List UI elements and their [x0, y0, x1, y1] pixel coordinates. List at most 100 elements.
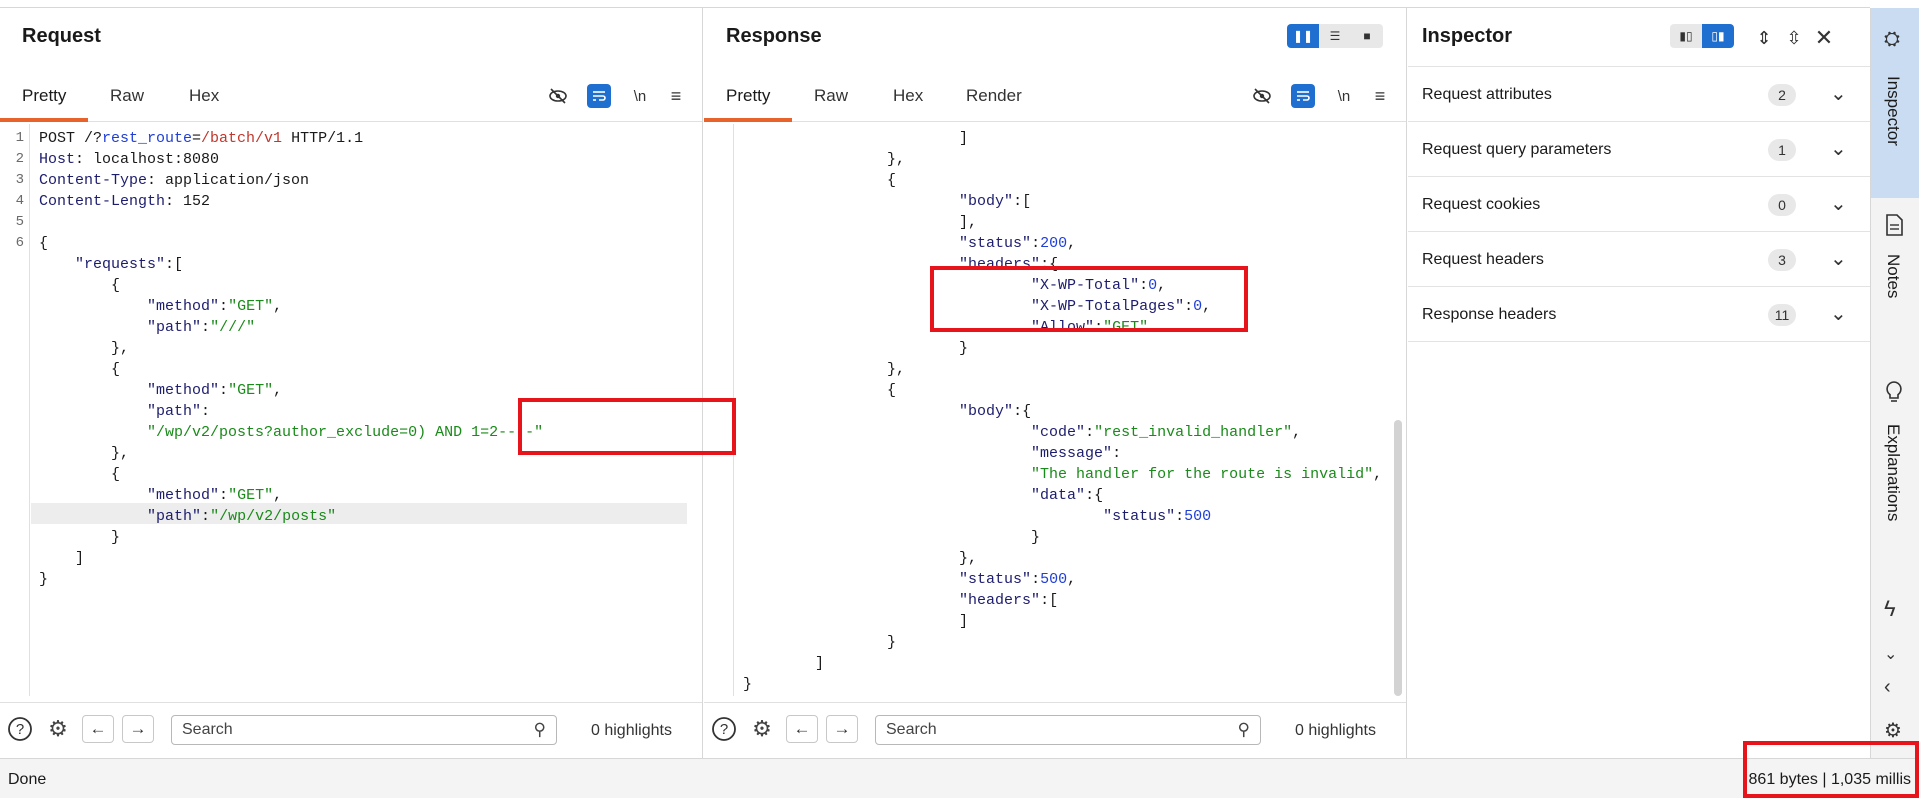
- response-tabs: Pretty Raw Hex Render \n ≡: [704, 66, 1406, 122]
- inspector-section-row[interactable]: Request query parameters 1 ⌄: [1408, 122, 1870, 177]
- close-icon[interactable]: ✕: [1812, 25, 1836, 50]
- code-line: }: [743, 676, 753, 693]
- code-line: "code":"rest_invalid_handler",: [1031, 424, 1302, 441]
- split-horizontal-toggle[interactable]: ❚❚: [1287, 24, 1319, 48]
- help-icon[interactable]: ?: [6, 715, 34, 743]
- sidebar-tab-notes[interactable]: Notes: [1871, 214, 1919, 334]
- tab-pretty[interactable]: Pretty: [726, 86, 770, 106]
- code-line: {: [743, 172, 897, 189]
- tab-raw[interactable]: Raw: [110, 86, 144, 106]
- request-search-input[interactable]: [182, 717, 522, 743]
- status-bar: Done 861 bytes | 1,035 millis: [0, 758, 1919, 798]
- code-line: {: [39, 235, 49, 252]
- menu-icon[interactable]: ≡: [664, 84, 688, 108]
- eye-off-icon[interactable]: [1250, 84, 1274, 108]
- active-tab-underline: [0, 118, 88, 122]
- expand-icon[interactable]: ⇕: [1752, 26, 1776, 50]
- wrap-icon[interactable]: [1291, 84, 1315, 108]
- wrap-icon[interactable]: [587, 84, 611, 108]
- code-line: }: [743, 529, 1041, 546]
- chevron-down-icon[interactable]: ⌄: [1830, 246, 1847, 271]
- response-scrollbar[interactable]: [1394, 124, 1402, 696]
- collapse-icon[interactable]: ⇳: [1782, 26, 1806, 50]
- code-line: "path":"///": [147, 319, 256, 336]
- inspector-section-row[interactable]: Response headers 11 ⌄: [1408, 287, 1870, 342]
- code-line: "The handler for the route is invalid",: [1031, 466, 1383, 483]
- sidebar-label-explanations: Explanations: [1884, 424, 1903, 522]
- line-number: 4: [15, 193, 24, 209]
- status-text: Done: [8, 771, 47, 788]
- code-line: Content-Type: application/json: [39, 172, 310, 189]
- arrow-left-icon[interactable]: ←: [82, 715, 114, 743]
- code-line: "status":200,: [959, 235, 1077, 252]
- code-line: "method":"GET",: [147, 382, 283, 399]
- arrow-right-icon[interactable]: →: [122, 715, 154, 743]
- count-badge: 3: [1768, 249, 1796, 271]
- line-number: 3: [15, 172, 24, 188]
- code-line: "data":{: [1031, 487, 1104, 504]
- tab-raw[interactable]: Raw: [814, 86, 848, 106]
- inspector-section-row[interactable]: Request cookies 0 ⌄: [1408, 177, 1870, 232]
- line-number: 5: [15, 214, 24, 230]
- gear-icon[interactable]: ⚙: [44, 715, 72, 743]
- inspector-section-row[interactable]: Request attributes 2 ⌄: [1408, 67, 1870, 122]
- code-line: "requests":[: [75, 256, 184, 273]
- chevron-down-icon[interactable]: ⌄: [1884, 644, 1897, 664]
- code-line: ]: [743, 613, 969, 630]
- count-badge: 11: [1768, 304, 1796, 326]
- inspector-layout-left[interactable]: ▮▯: [1670, 24, 1702, 48]
- tab-hex[interactable]: Hex: [189, 86, 219, 106]
- response-highlight-count: 0 highlights: [1295, 722, 1376, 739]
- code-line: },: [743, 151, 906, 168]
- tab-render[interactable]: Render: [966, 86, 1022, 106]
- inspector-layout-right[interactable]: ▯▮: [1702, 24, 1734, 48]
- code-line: },: [743, 550, 978, 567]
- chevron-left-icon[interactable]: ‹: [1884, 676, 1891, 699]
- inspector-panel: Inspector ▮▯ ▯▮ ⇕ ⇳ ✕ Request attributes…: [1408, 8, 1870, 758]
- newline-toggle[interactable]: \n: [628, 84, 652, 108]
- code-line: }: [743, 634, 897, 651]
- tab-hex[interactable]: Hex: [893, 86, 923, 106]
- eye-off-icon[interactable]: [546, 84, 570, 108]
- arrow-left-icon[interactable]: ←: [786, 715, 818, 743]
- inspector-icon: ⛭: [1884, 28, 1900, 50]
- response-search-input[interactable]: [886, 717, 1226, 743]
- code-line: "method":"GET",: [147, 298, 283, 315]
- inspector-section-label: Request attributes: [1422, 86, 1552, 103]
- bolt-icon[interactable]: ϟ: [1884, 596, 1896, 622]
- chevron-down-icon[interactable]: ⌄: [1830, 191, 1847, 216]
- annotation-box-response-headers: [930, 266, 1248, 332]
- code-line: {: [39, 466, 121, 483]
- code-line: Content-Length: 152: [39, 193, 211, 210]
- code-line: },: [39, 445, 130, 462]
- gear-icon[interactable]: ⚙: [748, 715, 776, 743]
- chevron-down-icon[interactable]: ⌄: [1830, 136, 1847, 161]
- scrollbar-thumb[interactable]: [1394, 420, 1402, 696]
- annotation-box-status-metrics: [1743, 741, 1919, 798]
- inspector-section-label: Request query parameters: [1422, 141, 1612, 158]
- menu-icon[interactable]: ≡: [1368, 84, 1392, 108]
- request-highlight-count: 0 highlights: [591, 722, 672, 739]
- split-vertical-toggle[interactable]: ☰: [1319, 24, 1351, 48]
- arrow-right-icon[interactable]: →: [826, 715, 858, 743]
- active-tab-underline: [704, 118, 792, 122]
- inspector-section-row[interactable]: Request headers 3 ⌄: [1408, 232, 1870, 287]
- help-icon[interactable]: ?: [710, 715, 738, 743]
- line-number: 2: [15, 151, 24, 167]
- sidebar-tab-explanations[interactable]: Explanations: [1871, 380, 1919, 550]
- right-sidebar: ⛭ Inspector Notes Explanations ϟ ⌄ ‹ ⚙: [1870, 8, 1919, 758]
- chevron-down-icon[interactable]: ⌄: [1830, 301, 1847, 326]
- response-editor[interactable]: ] }, { "body":[ ], "status":200, "header…: [704, 124, 1406, 696]
- newline-toggle[interactable]: \n: [1332, 84, 1356, 108]
- sidebar-tab-inspector[interactable]: ⛭ Inspector: [1871, 8, 1919, 198]
- code-line: POST /?rest_route=/batch/v1 HTTP/1.1: [39, 130, 364, 147]
- chevron-down-icon[interactable]: ⌄: [1830, 81, 1847, 106]
- code-line: ]: [743, 130, 969, 147]
- gear-icon[interactable]: ⚙: [1884, 718, 1902, 743]
- request-search-field[interactable]: ⚲: [171, 715, 557, 745]
- code-line: "path":: [147, 403, 211, 420]
- code-line: {: [743, 382, 897, 399]
- response-search-field[interactable]: ⚲: [875, 715, 1261, 745]
- tab-pretty[interactable]: Pretty: [22, 86, 66, 106]
- single-pane-toggle[interactable]: ■: [1351, 24, 1383, 48]
